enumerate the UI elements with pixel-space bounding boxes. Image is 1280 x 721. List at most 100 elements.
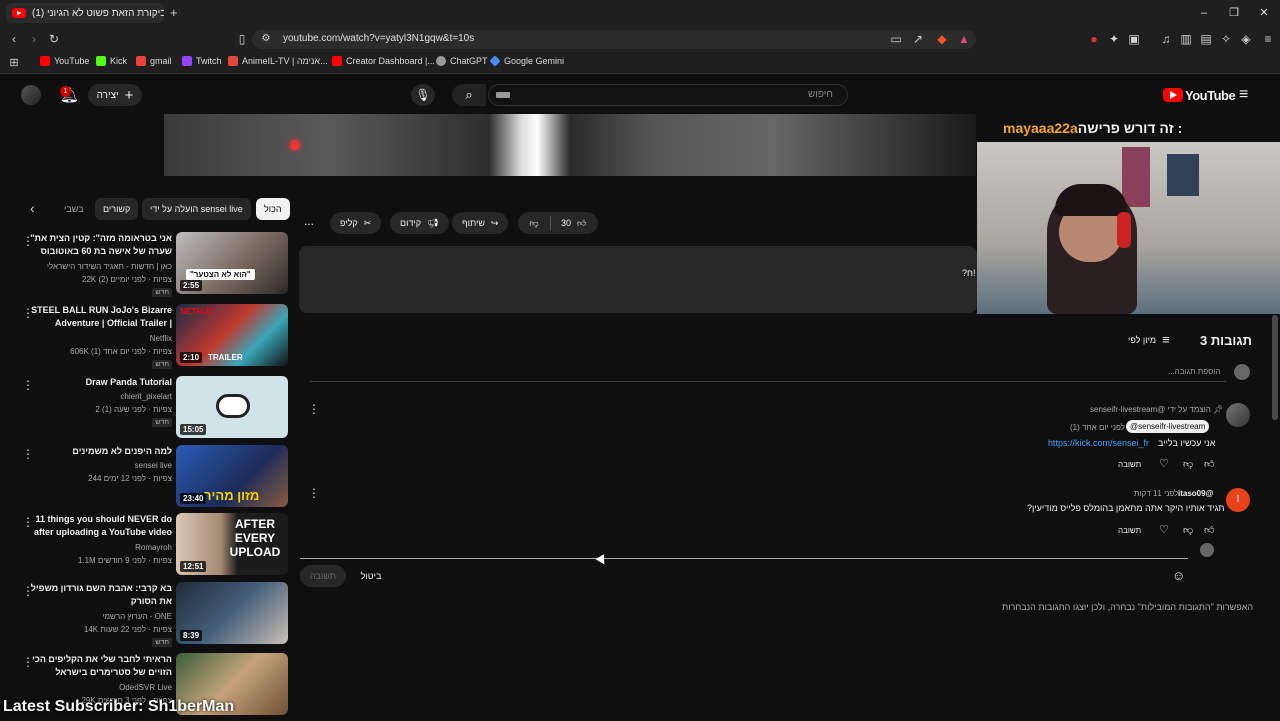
video-menu-icon[interactable]: ⋮ [22, 584, 34, 598]
clip-button[interactable]: קליפ ✂ [330, 212, 382, 234]
wallet-icon[interactable]: ▤ [1198, 31, 1214, 47]
like-icon[interactable]: 👍︎ [571, 218, 586, 229]
video-menu-icon[interactable]: ⋮ [22, 447, 34, 461]
share-button[interactable]: שיתוף ↪ [452, 212, 509, 234]
bookmark-twitch[interactable]: Twitch [182, 56, 222, 66]
reply-button[interactable]: תשובה [1118, 526, 1141, 535]
video-thumbnail[interactable]: מזון מהיר 23:40 [176, 445, 288, 507]
reply-cancel-button[interactable]: ביטול [352, 565, 390, 587]
chip-related[interactable]: קשורים [95, 198, 139, 220]
comment-time[interactable]: לפני 11 דקות [1134, 489, 1178, 498]
channel-name[interactable]: כאן | חדשות - תאגיד השידור הישראלי [47, 262, 172, 271]
page-scrollbar[interactable] [1272, 315, 1278, 420]
comment-time[interactable]: לפני יום אחד (1) [1070, 423, 1125, 432]
back-icon[interactable]: ‹ [6, 31, 22, 47]
comment-dislike-icon[interactable]: 👎︎ [1183, 458, 1193, 470]
comment-link[interactable]: https://kick.com/sensei_fr [1048, 438, 1149, 448]
leo-ai-icon[interactable]: ✧ [1218, 31, 1234, 47]
reply-input-underline[interactable] [300, 558, 1188, 559]
video-menu-icon[interactable]: ⋮ [22, 655, 34, 669]
chip-new[interactable]: בשבי [56, 198, 92, 220]
video-thumbnail[interactable]: NETFLIX TRAILER 2:10 [176, 304, 288, 366]
vpn-icon[interactable]: ◈ [1238, 31, 1254, 47]
add-comment-input[interactable]: הוספת תגובה... [1168, 367, 1220, 376]
bookmark-kick[interactable]: Kick [96, 56, 127, 66]
comment-like-icon[interactable]: 👍︎ [1204, 458, 1214, 470]
recommendation-item[interactable]: מזון מהיר 23:40 למה היפנים לא משמינים se… [0, 445, 290, 513]
channel-name[interactable]: Netflix [150, 334, 172, 343]
recommendation-item[interactable]: NETFLIX TRAILER 2:10 STEEL BALL RUN JoJo… [0, 304, 290, 372]
reply-submit-button[interactable]: תשובה [300, 565, 346, 587]
bookmark-gemini[interactable]: Google Gemini [489, 55, 564, 67]
recommendation-item[interactable]: 8:39 בא קרבי: אהבת השם גורדון משפיל את ה… [0, 582, 290, 650]
comment-dislike-icon[interactable]: 👎︎ [1183, 524, 1193, 536]
channel-name[interactable]: OdedSVR Live [119, 683, 172, 692]
reload-icon[interactable]: ↻ [46, 31, 62, 47]
screenshot-icon[interactable]: ▣ [1126, 31, 1142, 47]
description-box[interactable] [299, 246, 977, 313]
video-menu-icon[interactable]: ⋮ [22, 306, 34, 320]
voice-search-icon[interactable]: 🎙︎ [411, 84, 435, 106]
channel-name[interactable]: sensei live [135, 461, 172, 470]
promote-button[interactable]: קידום 📢︎ [390, 212, 449, 234]
site-info-icon[interactable]: ⚙ [258, 31, 274, 47]
guide-menu-icon[interactable]: ≡ [1239, 86, 1248, 104]
rewards-icon[interactable]: ▲ [956, 31, 972, 47]
video-thumbnail[interactable]: 8:39 [176, 582, 288, 644]
comment-author-avatar[interactable]: I [1226, 488, 1250, 512]
video-thumbnail[interactable]: "הוא לא הצטער" 2:55 [176, 232, 288, 294]
cast-icon[interactable]: ▭ [888, 31, 904, 47]
bookmark-chatgpt[interactable]: ChatGPT [436, 56, 488, 66]
creator-heart-icon[interactable]: ♡ [1159, 523, 1169, 536]
video-menu-icon[interactable]: ⋮ [22, 378, 34, 392]
recommendation-item[interactable]: "הוא לא הצטער" 2:55 "אני בטראומה מזה": ק… [0, 232, 290, 300]
video-player[interactable] [164, 114, 976, 176]
sidebar-toggle-icon[interactable]: ▥ [1178, 31, 1194, 47]
channel-name[interactable]: chierit_pixelart [120, 392, 172, 401]
comment-like-icon[interactable]: 👍︎ [1204, 524, 1214, 536]
minimize-icon[interactable]: – [1196, 5, 1212, 21]
bookmark-youtube[interactable]: YouTube [40, 56, 89, 66]
channel-name[interactable]: הערוץ הרשמי - ONE [102, 612, 172, 621]
reply-button[interactable]: תשובה [1118, 460, 1141, 469]
menu-icon[interactable]: ≡ [1260, 31, 1276, 47]
apps-grid-icon[interactable]: ⊞ [6, 55, 22, 71]
media-icon[interactable]: ♫ [1158, 31, 1174, 47]
bookmark-creator-dashboard[interactable]: Creator Dashboard |... [332, 56, 435, 66]
more-actions-icon[interactable]: ... [304, 214, 318, 228]
comment-author[interactable]: @itaso09 [1178, 489, 1213, 498]
channel-name[interactable]: Romayroh [135, 543, 172, 552]
create-button[interactable]: יצירה + [88, 84, 142, 106]
browser-tab[interactable]: (1) הביקורת הזאת פשוט לא הגיוני ✕ [6, 3, 164, 23]
recommendation-item[interactable]: AFTER EVERY UPLOAD 12:51 11 things you s… [0, 513, 290, 581]
restore-icon[interactable]: ❐ [1226, 5, 1242, 21]
video-thumbnail[interactable]: 15:05 [176, 376, 288, 438]
account-avatar[interactable] [21, 85, 41, 105]
bookmark-icon[interactable]: ▯ [234, 31, 250, 47]
dislike-icon[interactable]: 👎︎ [518, 218, 550, 229]
chip-uploaded-by[interactable]: הועלה על ידי sensei live [142, 198, 251, 220]
forward-icon[interactable]: › [26, 31, 42, 47]
emoji-icon[interactable]: ☺ [1172, 568, 1185, 583]
bookmark-gmail[interactable]: gmail [136, 56, 172, 66]
chips-scroll-left-icon[interactable]: ‹ [30, 200, 35, 216]
comment-menu-icon[interactable]: ⋮ [308, 486, 320, 500]
sort-by-button[interactable]: מיון לפי ≡ [1128, 332, 1170, 347]
chip-all[interactable]: הכול [256, 198, 290, 220]
share-page-icon[interactable]: ↗ [910, 31, 926, 47]
keyboard-icon[interactable] [496, 92, 510, 98]
search-input[interactable] [488, 84, 848, 106]
brave-shield-icon[interactable]: ◆ [934, 31, 950, 47]
new-tab-button[interactable]: + [170, 5, 178, 20]
video-menu-icon[interactable]: ⋮ [22, 234, 34, 248]
video-thumbnail[interactable]: AFTER EVERY UPLOAD 12:51 [176, 513, 288, 575]
comment-menu-icon[interactable]: ⋮ [308, 402, 320, 416]
search-button[interactable]: ⌕ [452, 84, 486, 106]
bookmark-animeil[interactable]: AnimeIL-TV | אנימה... [228, 56, 328, 66]
close-window-icon[interactable]: ✕ [1256, 5, 1272, 21]
creator-heart-icon[interactable]: ♡ [1159, 457, 1169, 470]
extension-record-icon[interactable]: ● [1086, 31, 1102, 47]
comment-author-avatar[interactable] [1226, 403, 1250, 427]
video-menu-icon[interactable]: ⋮ [22, 515, 34, 529]
extensions-icon[interactable]: ✦ [1106, 31, 1122, 47]
